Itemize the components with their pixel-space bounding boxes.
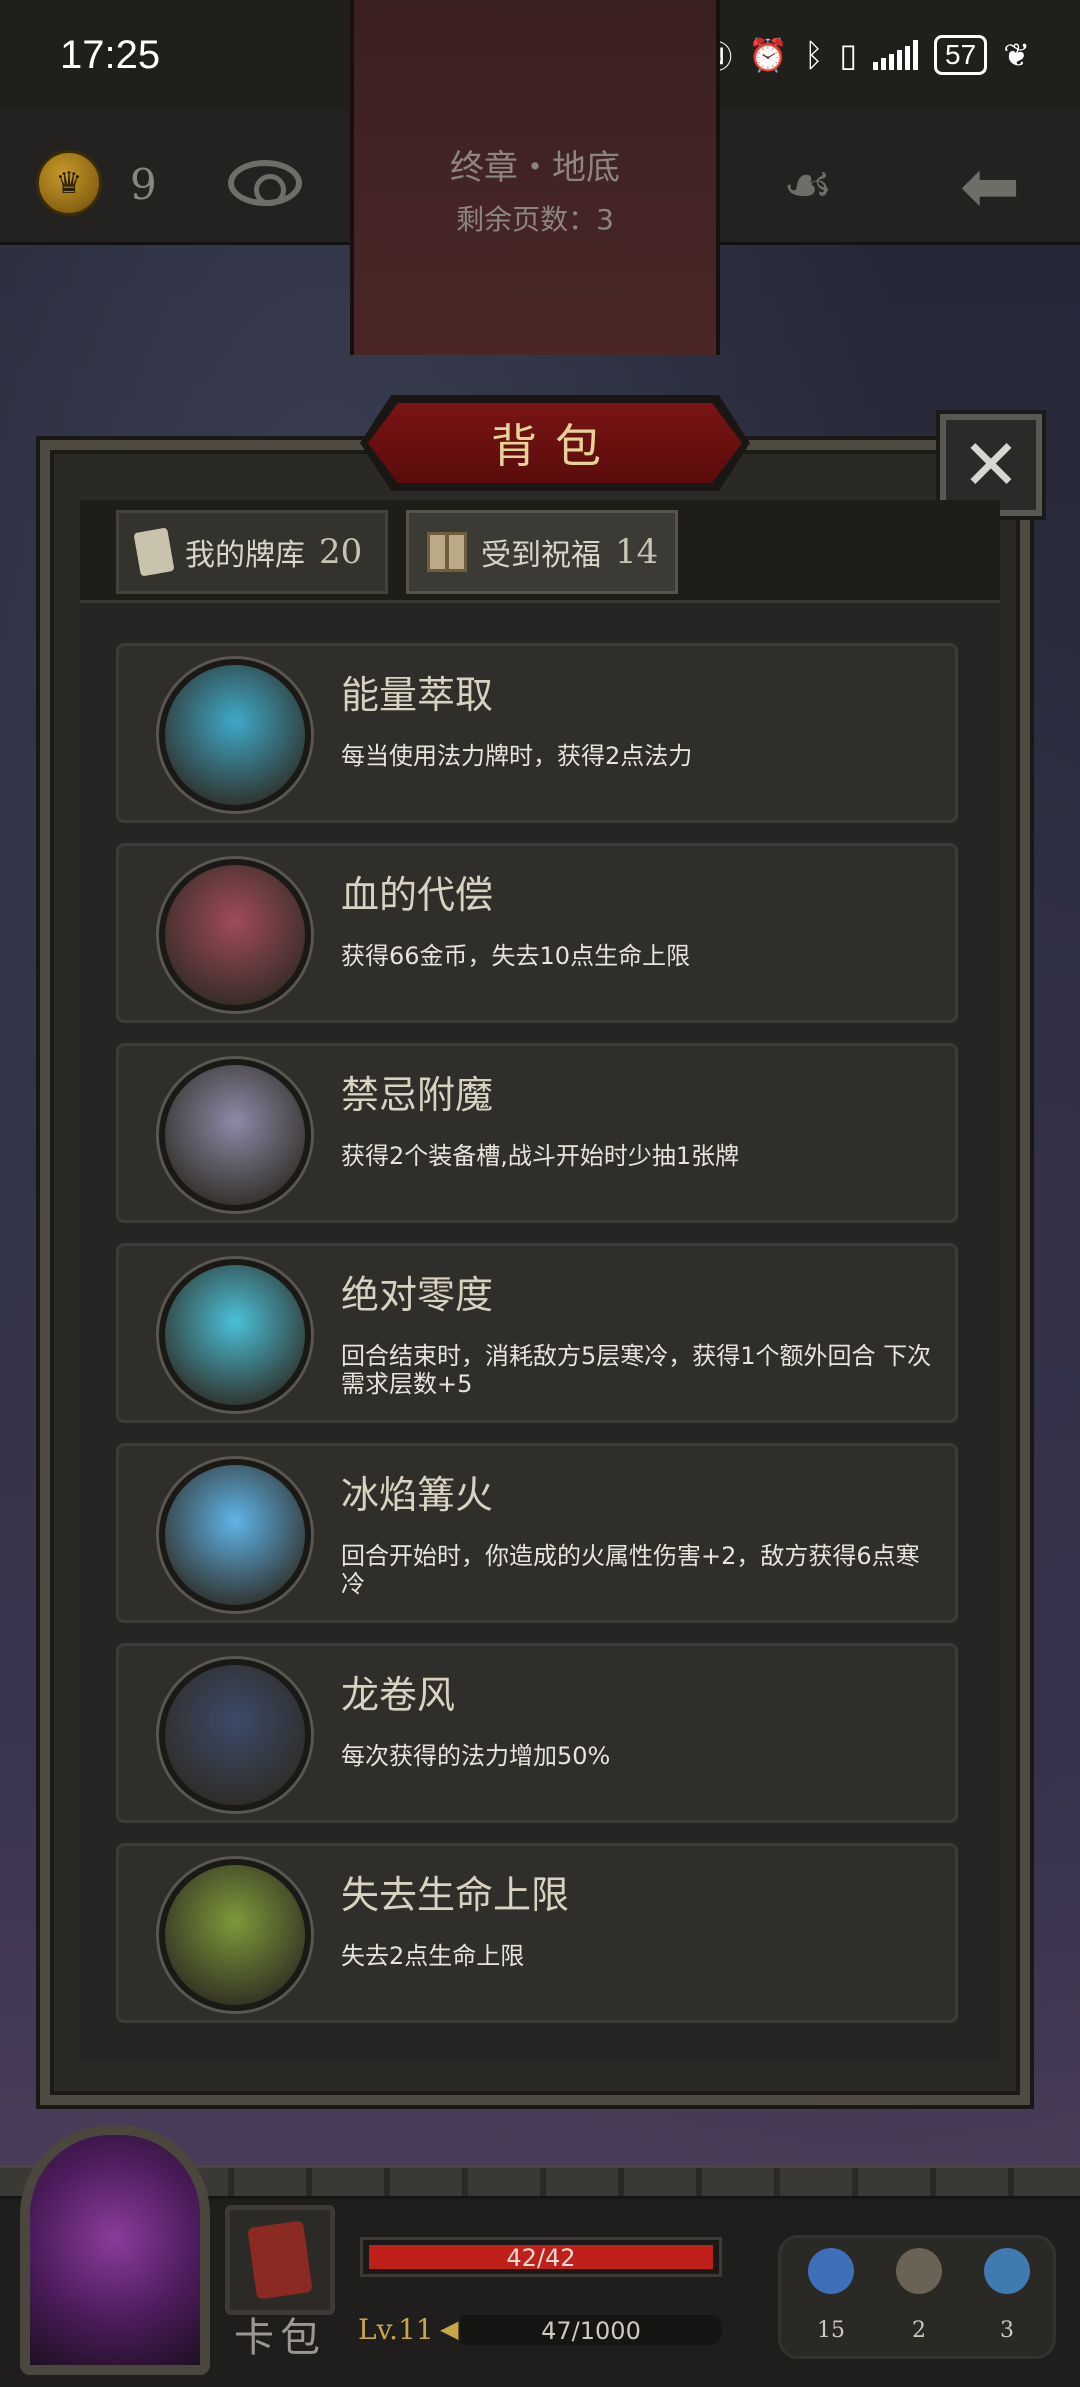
item-name: 禁忌附魔 [341, 1073, 494, 1117]
item-description: 获得2个装备槽,战斗开始时少抽1张牌 [341, 1142, 740, 1170]
tab-label: 受到祝福 [481, 538, 601, 573]
vibrate-icon: ▯ [839, 36, 858, 74]
list-item[interactable]: 禁忌附魔 获得2个装备槽,战斗开始时少抽1张牌 [116, 1043, 958, 1223]
eye-icon[interactable] [228, 160, 302, 206]
list-item[interactable]: 失去生命上限 失去2点生命上限 [116, 1843, 958, 2023]
item-description: 失去2点生命上限 [341, 1942, 525, 1970]
inventory-panel: 15 2 3 [778, 2235, 1056, 2359]
modal-title: 背包 [368, 403, 742, 483]
potion-icon [808, 2248, 854, 2294]
inventory-hourglass[interactable]: 2 [889, 2248, 949, 2343]
item-description: 每次获得的法力增加50% [341, 1742, 611, 1770]
signal-icon [873, 40, 919, 70]
item-name: 血的代偿 [341, 873, 494, 917]
tornado-icon [159, 1659, 311, 1811]
hp-bar: 42/42 [360, 2237, 722, 2277]
list-item[interactable]: 绝对零度 回合结束时，消耗敌方5层寒冷，获得1个额外回合 下次需求层数+5 [116, 1243, 958, 1423]
item-description: 回合结束时，消耗敌方5层寒冷，获得1个额外回合 下次需求层数+5 [341, 1342, 932, 1398]
inventory-potion[interactable]: 15 [801, 2248, 861, 2343]
item-name: 龙卷风 [341, 1673, 456, 1717]
inventory-cards[interactable]: 3 [977, 2248, 1037, 2343]
item-name: 冰焰篝火 [341, 1473, 494, 1517]
tab-my-deck[interactable]: 我的牌库 20 [116, 510, 388, 594]
list-item[interactable]: 龙卷风 每次获得的法力增加50% [116, 1643, 958, 1823]
forbidden-enchant-icon [159, 1059, 311, 1211]
back-arrow-icon[interactable]: ⬅ [950, 148, 1030, 224]
hp-text: 42/42 [506, 2244, 576, 2272]
close-icon: ✕ [961, 424, 1021, 506]
xp-bar: 47/1000 [460, 2315, 722, 2345]
xp-text: 47/1000 [541, 2317, 641, 2345]
energy-extract-icon [159, 659, 311, 811]
item-name: 绝对零度 [341, 1273, 494, 1317]
item-name: 失去生命上限 [341, 1873, 570, 1917]
tab-count: 20 [319, 532, 363, 572]
tab-blessings[interactable]: 受到祝福 14 [406, 510, 678, 594]
portal-icon[interactable] [20, 2125, 210, 2375]
item-name: 能量萃取 [341, 673, 494, 717]
gift-icon [427, 532, 467, 572]
tab-count: 14 [615, 532, 659, 572]
card-icon [133, 527, 175, 577]
bottom-bar: 卡包 42/42 Lv.11 ◀ 47/1000 15 2 3 [0, 2125, 1080, 2387]
card-bag-label: 卡包 [234, 2315, 326, 2361]
game-header: ♛ 9 终章・地底 剩余页数：3 ☙ ⬅ [0, 0, 1080, 355]
battery-icon: 57 [934, 35, 988, 75]
card-bag-icon [247, 2220, 313, 2300]
alarm-icon: ⏰ [748, 36, 789, 74]
inventory-count: 3 [1000, 2318, 1014, 2343]
status-icons: Ⓝ ⏰ ᛒ ▯ 57 ❦ [700, 32, 1030, 78]
inventory-count: 15 [817, 2318, 845, 2343]
battery-level: 57 [945, 39, 977, 70]
absolute-zero-icon [159, 1259, 311, 1411]
pet-icon[interactable]: ☙ [770, 148, 846, 224]
inventory-count: 2 [912, 2318, 926, 2343]
level-label: Lv.11 [358, 2313, 434, 2346]
coin-count: 9 [130, 160, 157, 209]
cards-icon [984, 2248, 1030, 2294]
item-description: 回合开始时，你造成的火属性伤害+2，敌方获得6点寒冷 [341, 1542, 920, 1598]
chapter-title: 终章・地底 [450, 148, 620, 188]
item-description: 获得66金币，失去10点生命上限 [341, 942, 691, 970]
xp-arrow-icon: ◀ [440, 2315, 459, 2343]
hourglass-icon [896, 2248, 942, 2294]
status-time: 17:25 [60, 32, 161, 77]
ghoul-icon [159, 1859, 311, 2011]
bluetooth-icon: ᛒ [804, 36, 824, 74]
blessing-list[interactable]: 能量萃取 每当使用法力牌时，获得2点法力 血的代偿 获得66金币，失去10点生命… [80, 600, 1000, 2060]
list-item[interactable]: 血的代偿 获得66金币，失去10点生命上限 [116, 843, 958, 1023]
list-item[interactable]: 冰焰篝火 回合开始时，你造成的火属性伤害+2，敌方获得6点寒冷 [116, 1443, 958, 1623]
modal-tabs: 我的牌库 20 受到祝福 14 [80, 500, 1000, 600]
crown-coin-icon: ♛ [36, 150, 102, 216]
tab-label: 我的牌库 [185, 538, 305, 573]
pages-remaining: 剩余页数：3 [456, 203, 614, 236]
item-description: 每当使用法力牌时，获得2点法力 [341, 742, 693, 770]
vampire-icon [159, 859, 311, 1011]
card-bag-button[interactable] [225, 2205, 335, 2315]
leaf-icon: ❦ [1003, 36, 1030, 74]
list-item[interactable]: 能量萃取 每当使用法力牌时，获得2点法力 [116, 643, 958, 823]
ice-bonfire-icon [159, 1459, 311, 1611]
